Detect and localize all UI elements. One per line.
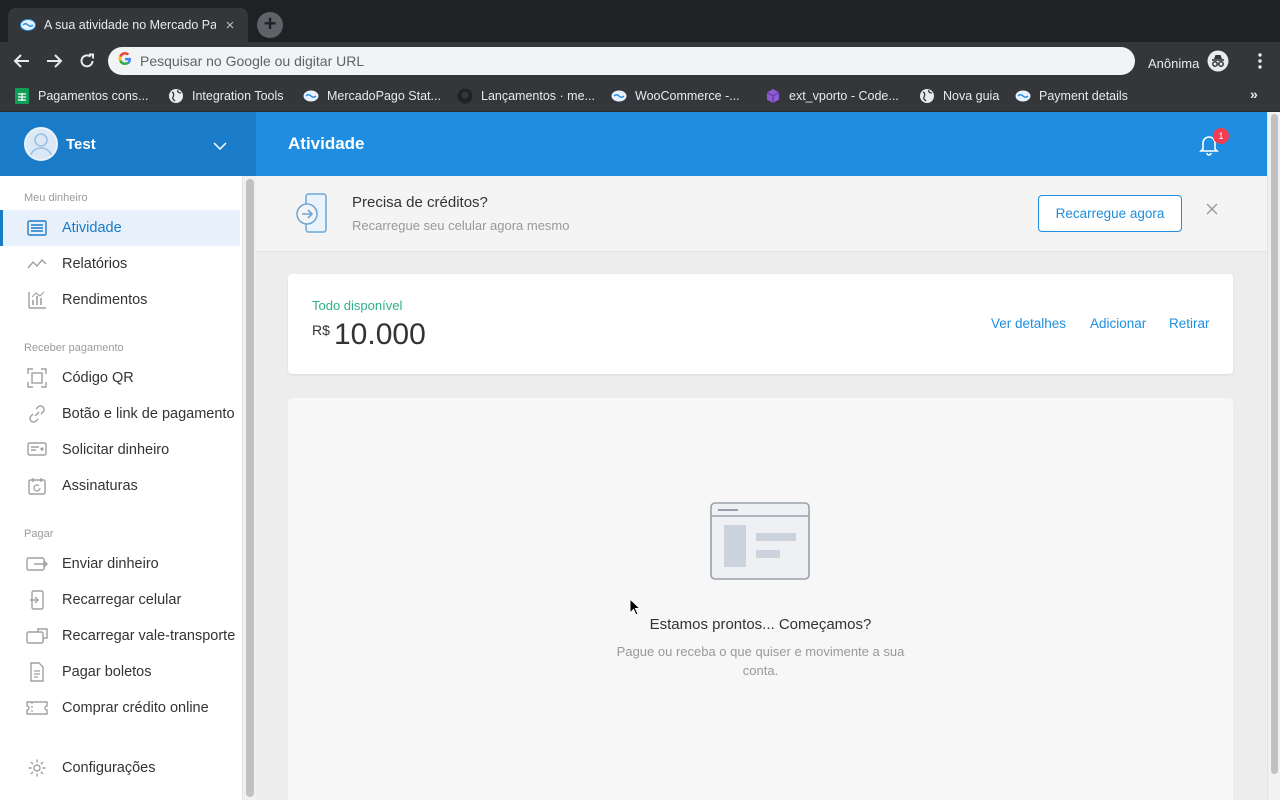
sidebar-item-atividade[interactable]: Atividade [0,210,240,246]
browser-toolbar: Anônima [0,42,1280,80]
phone-recharge-icon [294,192,330,239]
mercadopago-icon [20,17,36,33]
sidebar-item-solicitar-dinheiro[interactable]: Solicitar dinheiro [0,432,240,468]
sidebar-item-enviar-dinheiro[interactable]: Enviar dinheiro [0,546,240,582]
earnings-icon [26,289,48,311]
tab-close-icon[interactable]: × [222,17,238,34]
sidebar-item-relatorios[interactable]: Relatórios [0,246,240,282]
mercadopago-icon [611,88,627,104]
bookmarks-overflow-icon[interactable]: » [1250,86,1258,102]
recharge-banner: Precisa de créditos? Recarregue seu celu… [256,176,1267,252]
sidebar-item-assinaturas[interactable]: Assinaturas [0,468,240,504]
bookmark-item[interactable]: MercadoPago Stat... [303,85,441,107]
top-header: Atividade 1 [256,112,1267,176]
page-scrollbar-thumb[interactable] [1271,114,1278,774]
main-content: Precisa de créditos? Recarregue seu celu… [256,176,1267,800]
activity-empty-state: Estamos prontos... Começamos? Pague ou r… [288,398,1233,800]
bookmark-item[interactable]: Nova guia [919,85,999,107]
browser-tab[interactable]: A sua atividade no Mercado Pa × [8,8,248,42]
forward-arrow-icon[interactable] [42,49,66,73]
sidebar-item-pagar-boletos[interactable]: Pagar boletos [0,654,240,690]
page-title: Atividade [288,134,365,153]
transport-card-icon [26,625,48,647]
user-name: Test [66,135,96,153]
bookmarks-bar: Pagamentos cons... Integration Tools Mer… [0,80,1280,112]
sidebar-scrollbar-thumb[interactable] [246,179,254,797]
balance-card: Todo disponível R$ 10.000 Ver detalhes A… [288,274,1233,374]
google-g-icon [118,51,132,71]
section-title: Meu dinheiro [24,192,88,204]
sidebar-item-rendimentos[interactable]: Rendimentos [0,282,240,318]
back-arrow-icon[interactable] [10,49,34,73]
banner-title: Precisa de créditos? [352,194,488,211]
bookmark-item[interactable]: ext_vporto - Code... [765,85,899,107]
bookmark-item[interactable]: Pagamentos cons... [14,85,148,107]
empty-state-title: Estamos prontos... Começamos? [649,616,872,633]
sidebar-item-recarregar-celular[interactable]: Recarregar celular [0,582,240,618]
add-money-link[interactable]: Adicionar [1090,316,1146,331]
ticket-icon [26,697,48,719]
address-input[interactable] [140,53,1100,69]
mercadopago-icon [1015,88,1031,104]
balance-currency: R$ [312,322,330,338]
bookmark-item[interactable]: WooCommerce -... [611,85,740,107]
sidebar: Meu dinheiro Atividade Relatórios Rendim… [0,176,242,800]
bookmark-item[interactable]: Integration Tools [168,85,284,107]
gear-icon [26,757,48,779]
globe-icon [168,88,184,104]
incognito-indicator[interactable]: Anônima [1148,50,1229,77]
withdraw-link[interactable]: Retirar [1169,316,1210,331]
incognito-label: Anônima [1148,56,1200,71]
section-title: Receber pagamento [24,342,124,354]
avatar [24,127,58,161]
globe-icon [919,88,935,104]
new-tab-button[interactable]: + [257,12,283,38]
bookmark-item[interactable]: Payment details [1015,85,1128,107]
mouse-cursor-icon [629,597,642,621]
chevron-down-icon [213,137,227,155]
link-icon [26,403,48,425]
empty-state-subtitle: Pague ou receba o que quiser e movimente… [616,644,905,678]
sidebar-item-recarregar-vale[interactable]: Recarregar vale-transporte [0,618,240,654]
empty-activity-illustration [710,502,810,585]
phone-recharge-icon [26,589,48,611]
cube-icon [765,88,781,104]
recharge-now-button[interactable]: Recarregue agora [1038,195,1182,232]
sidebar-item-codigo-qr[interactable]: Código QR [0,360,240,396]
activity-icon [26,217,48,239]
send-money-icon [26,553,48,575]
sidebar-scrollbar[interactable] [242,176,256,800]
qr-code-icon [26,367,48,389]
sidebar-item-botao-link[interactable]: Botão e link de pagamento [0,396,240,432]
banner-subtitle: Recarregue seu celular agora mesmo [352,218,570,233]
subscriptions-icon [26,475,48,497]
request-money-icon [26,439,48,461]
incognito-icon [1207,50,1229,77]
balance-amount: 10.000 [334,318,426,351]
sheets-icon [14,88,30,104]
mercadopago-icon [303,88,319,104]
sidebar-item-configuracoes[interactable]: Configurações [0,750,240,786]
bookmark-item[interactable]: Lançamentos · me... [457,85,595,107]
page-scrollbar[interactable] [1267,112,1280,800]
tab-title: A sua atividade no Mercado Pa [44,18,216,32]
close-icon[interactable] [1206,202,1218,220]
sidebar-item-comprar-credito[interactable]: Comprar crédito online [0,690,240,726]
address-bar[interactable] [108,47,1135,75]
section-title: Pagar [24,528,54,540]
github-icon [457,88,473,104]
bill-icon [26,661,48,683]
reload-icon[interactable] [75,49,99,73]
browser-menu-icon[interactable] [1250,51,1270,71]
view-details-link[interactable]: Ver detalhes [991,316,1066,331]
balance-label: Todo disponível [312,298,403,313]
user-menu[interactable]: Test [0,112,256,176]
reports-icon [26,253,48,275]
web-page: Test Atividade 1 Meu dinheiro Atividade … [0,112,1280,800]
browser-tab-strip: A sua atividade no Mercado Pa × + [0,0,1280,42]
notification-badge: 1 [1213,128,1229,144]
